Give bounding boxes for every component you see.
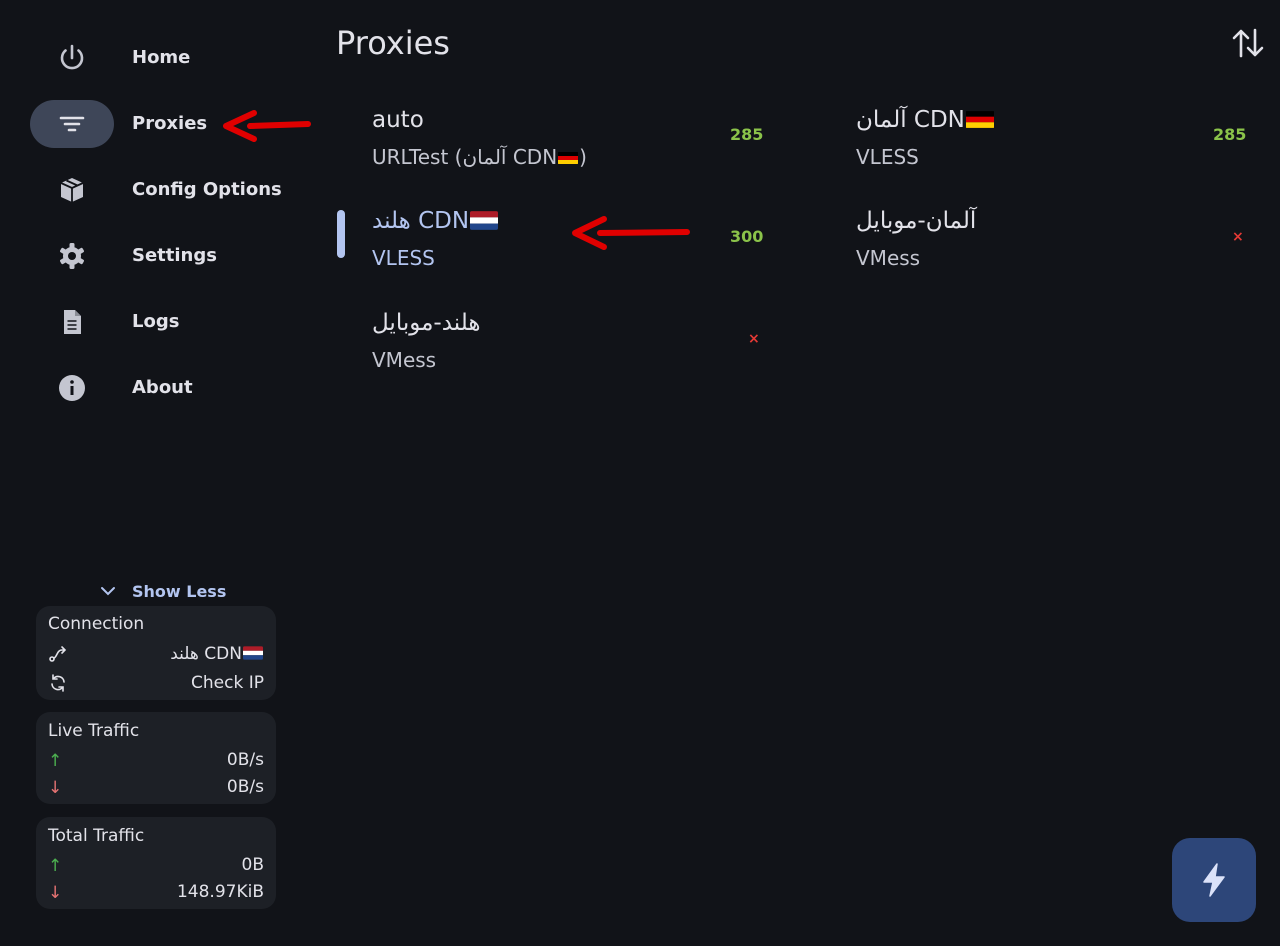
nav-about[interactable]: About <box>30 364 290 412</box>
nav-proxies-label: Proxies <box>132 113 208 134</box>
proxy-fail-icon: × <box>1232 229 1244 245</box>
proxy-delay: 300 <box>730 227 764 246</box>
proxy-item[interactable]: auto URLTest (آلمان CDN) 285 <box>372 107 792 187</box>
connection-proxy-value: هلند CDN <box>170 644 264 664</box>
nav-home-label: Home <box>132 47 191 68</box>
proxy-fail-icon: × <box>748 331 760 347</box>
proxy-type: URLTest (آلمان CDN) <box>372 145 587 169</box>
connect-fab-button[interactable] <box>1172 838 1256 922</box>
red-arrow-annotation <box>223 110 311 142</box>
live-download-row: ↓ 0B/s <box>48 777 264 799</box>
document-icon <box>57 307 87 337</box>
live-traffic-card: Live Traffic ↑ 0B/s ↓ 0B/s <box>36 712 276 804</box>
connection-title: Connection <box>48 614 145 634</box>
total-upload-row: ↑ 0B <box>48 855 264 877</box>
proxy-name: آلمان CDN <box>856 107 995 133</box>
proxy-name: auto <box>372 107 424 133</box>
proxy-delay: 285 <box>1213 125 1247 144</box>
nav-config-options-label: Config Options <box>132 179 282 200</box>
sort-arrows-icon <box>1232 28 1264 58</box>
lightning-bolt-icon <box>1203 863 1225 897</box>
upload-arrow-icon: ↑ <box>48 856 63 876</box>
chevron-down-icon <box>101 587 115 596</box>
nav-settings[interactable]: Settings <box>30 232 290 280</box>
selected-indicator <box>337 210 345 258</box>
show-less-label: Show Less <box>132 581 227 601</box>
refresh-icon <box>48 673 68 695</box>
connection-proxy-row[interactable]: هلند CDN <box>48 644 264 666</box>
proxy-item[interactable]: آلمان-موبایل VMess × <box>856 208 1276 288</box>
proxy-type: VLESS <box>372 246 435 270</box>
total-upload-value: 0B <box>241 855 264 875</box>
filter-list-icon <box>57 109 87 139</box>
package-icon <box>57 175 87 205</box>
total-download-value: 148.97KiB <box>176 882 264 902</box>
netherlands-flag-icon <box>243 646 263 660</box>
total-traffic-card: Total Traffic ↑ 0B ↓ 148.97KiB <box>36 817 276 909</box>
connection-card: Connection هلند CDN Check IP <box>36 606 276 700</box>
page-title: Proxies <box>336 24 450 62</box>
connection-proxy-name: هلند CDN <box>170 644 242 664</box>
live-download-value: 0B/s <box>226 777 264 797</box>
proxy-name: هلند CDN <box>372 208 499 234</box>
proxy-delay: 285 <box>730 125 764 144</box>
total-download-row: ↓ 148.97KiB <box>48 882 264 904</box>
proxy-type: VMess <box>372 348 437 372</box>
info-icon <box>57 373 87 403</box>
proxy-type: VMess <box>856 246 921 270</box>
red-arrow-annotation <box>572 216 690 250</box>
live-upload-row: ↑ 0B/s <box>48 750 264 772</box>
download-arrow-icon: ↓ <box>48 778 63 798</box>
show-less-button[interactable]: Show Less <box>98 578 226 604</box>
route-icon <box>48 644 68 666</box>
proxy-name: آلمان-موبایل <box>856 208 977 234</box>
nav-settings-label: Settings <box>132 245 217 266</box>
proxy-name: هلند-موبایل <box>372 310 481 336</box>
sort-button[interactable] <box>1230 26 1266 60</box>
proxy-item[interactable]: هلند-موبایل VMess × <box>372 310 792 390</box>
proxy-item[interactable]: آلمان CDN VLESS 285 <box>856 107 1276 187</box>
nav-config-options[interactable]: Config Options <box>30 166 290 214</box>
germany-flag-icon <box>558 151 579 165</box>
live-traffic-title: Live Traffic <box>48 721 140 741</box>
germany-flag-icon <box>965 110 994 129</box>
nav-logs-label: Logs <box>132 311 180 332</box>
check-ip-row[interactable]: Check IP <box>48 673 264 695</box>
netherlands-flag-icon <box>470 211 499 230</box>
download-arrow-icon: ↓ <box>48 883 63 903</box>
power-icon <box>57 43 87 73</box>
gear-icon <box>57 241 87 271</box>
total-traffic-title: Total Traffic <box>48 826 145 846</box>
upload-arrow-icon: ↑ <box>48 751 63 771</box>
live-upload-value: 0B/s <box>226 750 264 770</box>
nav-home[interactable]: Home <box>30 34 290 82</box>
proxy-type: VLESS <box>856 145 919 169</box>
check-ip-button[interactable]: Check IP <box>191 673 264 693</box>
nav-about-label: About <box>132 377 193 398</box>
nav-logs[interactable]: Logs <box>30 298 290 346</box>
